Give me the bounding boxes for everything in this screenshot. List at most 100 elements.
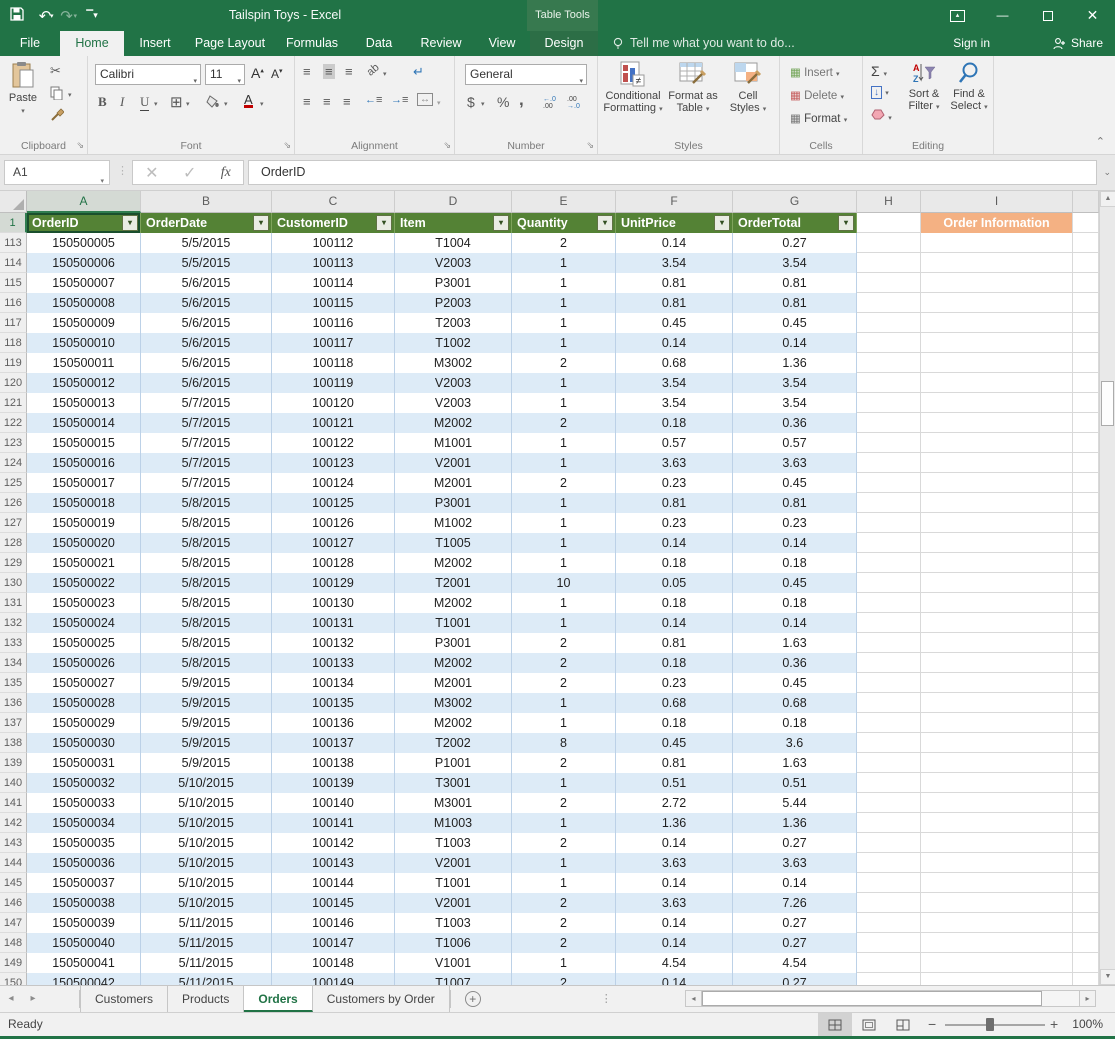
top-align-button[interactable]: ≡ [303,64,311,79]
cell[interactable]: 1 [512,453,616,473]
cell[interactable]: 150500013 [27,393,141,413]
cell[interactable] [857,753,921,773]
cell[interactable]: T1001 [395,613,512,633]
redo-dropdown-icon[interactable]: ▾ [74,12,78,20]
cell[interactable] [1073,593,1099,613]
cell[interactable] [1073,473,1099,493]
cell[interactable]: 0.45 [616,733,733,753]
cell[interactable]: 5/9/2015 [141,713,272,733]
scroll-left-arrow[interactable]: ◂ [686,991,702,1006]
font-color-button[interactable]: A [244,93,253,108]
cell[interactable]: 100129 [272,573,395,593]
cell[interactable] [921,793,1073,813]
cell[interactable]: 1 [512,293,616,313]
header-cell-Item[interactable]: Item ▾ [395,213,512,233]
cell[interactable]: 0.23 [616,513,733,533]
row-header-144[interactable]: 144 [0,853,27,873]
cell[interactable] [857,973,921,985]
cell[interactable]: T1004 [395,233,512,253]
expand-formula-bar-button[interactable]: ⌄ [1103,167,1111,178]
cell[interactable] [921,873,1073,893]
sheet-tab-customers-by-order[interactable]: Customers by Order [313,986,450,1012]
cell[interactable] [857,613,921,633]
row-header-143[interactable]: 143 [0,833,27,853]
cell[interactable]: 100115 [272,293,395,313]
cell[interactable] [1073,253,1099,273]
font-size-combo[interactable]: 11 ▾ [205,64,245,85]
cell[interactable]: 100142 [272,833,395,853]
row-header-150[interactable]: 150 [0,973,27,985]
cell[interactable] [857,553,921,573]
cell[interactable]: T3001 [395,773,512,793]
cell[interactable]: 100128 [272,553,395,573]
cell[interactable] [1073,293,1099,313]
cell[interactable]: 1 [512,433,616,453]
cell[interactable] [921,753,1073,773]
cell[interactable]: V2003 [395,393,512,413]
horizontal-scroll-thumb[interactable] [702,991,1042,1006]
row-header-116[interactable]: 116 [0,293,27,313]
cell[interactable] [857,333,921,353]
increase-decimal-button[interactable]: ←.0.00 [543,96,556,110]
column-header-F[interactable]: F [616,191,733,213]
cell[interactable]: 150500022 [27,573,141,593]
cell[interactable] [857,693,921,713]
sign-in-link[interactable]: Sign in [953,31,990,56]
header-cell-CustomerID[interactable]: CustomerID ▾ [272,213,395,233]
row-header-124[interactable]: 124 [0,453,27,473]
cell[interactable]: 0.14 [616,333,733,353]
tab-insert[interactable]: Insert [124,31,186,56]
cell[interactable]: 5/5/2015 [141,233,272,253]
zoom-out-button[interactable]: − [928,1013,936,1036]
fill-color-button[interactable] [206,95,221,111]
cell[interactable] [857,673,921,693]
cell[interactable] [1073,413,1099,433]
cell[interactable]: 1 [512,333,616,353]
horizontal-scrollbar[interactable]: ◂ ▸ [685,990,1096,1007]
cell[interactable] [921,533,1073,553]
cell[interactable]: 100136 [272,713,395,733]
scroll-up-arrow[interactable]: ▲ [1100,191,1115,207]
cell[interactable]: 100135 [272,693,395,713]
cell[interactable] [1073,433,1099,453]
cell[interactable]: 5/6/2015 [141,273,272,293]
vertical-scroll-thumb[interactable] [1101,381,1114,426]
cell[interactable]: 0.18 [616,593,733,613]
cell[interactable]: 0.81 [616,293,733,313]
cell[interactable]: 5/8/2015 [141,613,272,633]
cell[interactable]: 1 [512,273,616,293]
row-header-127[interactable]: 127 [0,513,27,533]
cell[interactable] [1073,393,1099,413]
cell[interactable] [921,413,1073,433]
clear-button[interactable]: ▾ [871,109,892,123]
merge-dropdown-icon[interactable]: ▾ [437,99,441,107]
column-header-G[interactable]: G [733,191,857,213]
cell[interactable] [921,473,1073,493]
collapse-ribbon-button[interactable]: ⌃ [1096,135,1105,148]
insert-cells-button[interactable]: ▦ Insert ▾ [790,65,840,79]
row-header-121[interactable]: 121 [0,393,27,413]
cell[interactable]: 150500010 [27,333,141,353]
cell[interactable]: 2 [512,893,616,913]
cell[interactable]: 0.81 [616,493,733,513]
cell[interactable] [857,393,921,413]
cell[interactable] [921,913,1073,933]
zoom-slider-track[interactable] [945,1024,1045,1026]
cell[interactable]: 2.72 [616,793,733,813]
cell[interactable] [1073,453,1099,473]
cell[interactable]: 0.23 [616,473,733,493]
cell[interactable]: 2 [512,753,616,773]
cell[interactable]: 8 [512,733,616,753]
cell[interactable]: 150500028 [27,693,141,713]
cell[interactable] [1073,373,1099,393]
cell[interactable]: 100139 [272,773,395,793]
cell[interactable]: 0.81 [733,493,857,513]
cell[interactable] [921,933,1073,953]
cell[interactable]: 5/9/2015 [141,753,272,773]
center-button[interactable]: ≡ [323,94,331,109]
autosum-button[interactable]: Σ ▾ [871,63,887,79]
cell[interactable]: 5/10/2015 [141,873,272,893]
cell[interactable]: 0.36 [733,413,857,433]
row-header-140[interactable]: 140 [0,773,27,793]
cell[interactable] [1073,693,1099,713]
